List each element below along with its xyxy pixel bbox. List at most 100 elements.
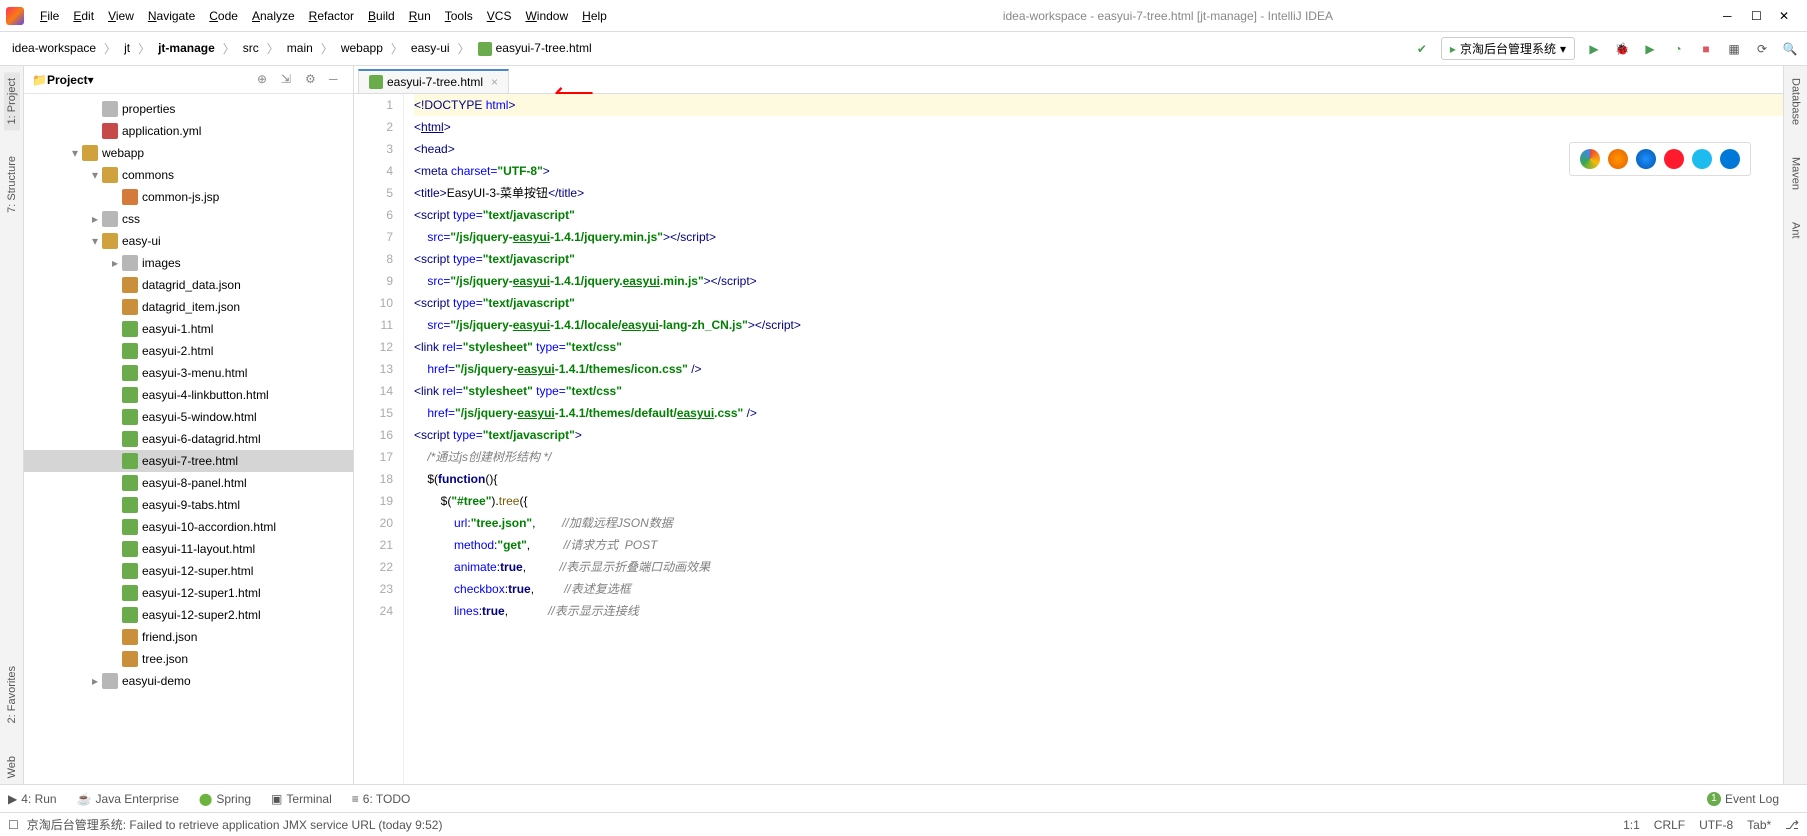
tree-item[interactable]: easyui-12-super.html bbox=[24, 560, 353, 582]
menu-vcs[interactable]: VCS bbox=[481, 5, 518, 27]
coverage-icon[interactable]: ▶ bbox=[1641, 40, 1659, 58]
menu-tools[interactable]: Tools bbox=[439, 5, 479, 27]
title-bar: FileEditViewNavigateCodeAnalyzeRefactorB… bbox=[0, 0, 1807, 32]
tree-item[interactable]: easyui-1.html bbox=[24, 318, 353, 340]
crumb-3[interactable]: src bbox=[239, 39, 263, 57]
crumb-1[interactable]: jt bbox=[120, 39, 134, 57]
event-log[interactable]: 1Event Log bbox=[1707, 792, 1779, 806]
tab-run[interactable]: ▶4: Run bbox=[8, 792, 57, 806]
project-title: Project bbox=[47, 73, 88, 87]
project-panel: 📁 Project ▾ ⊕ ⇲ ⚙ ─ propertiesapplicatio… bbox=[24, 66, 354, 784]
tab-web[interactable]: Web bbox=[4, 750, 20, 784]
tab-database[interactable]: Database bbox=[1788, 72, 1804, 131]
tree-item[interactable]: ▾commons bbox=[24, 164, 353, 186]
maximize-icon[interactable]: ☐ bbox=[1751, 9, 1765, 23]
tree-item[interactable]: ▸easyui-demo bbox=[24, 670, 353, 692]
opera-icon[interactable] bbox=[1664, 149, 1684, 169]
collapse-icon[interactable]: ─ bbox=[329, 72, 345, 88]
tree-item[interactable]: ▸css bbox=[24, 208, 353, 230]
menu-window[interactable]: Window bbox=[519, 5, 574, 27]
layout-icon[interactable]: ▦ bbox=[1725, 40, 1743, 58]
tool-window-toggle-icon[interactable]: ☐ bbox=[8, 818, 19, 832]
update-icon[interactable]: ⟳ bbox=[1753, 40, 1771, 58]
caret-position[interactable]: 1:1 bbox=[1623, 818, 1640, 832]
tree-item[interactable]: easyui-5-window.html bbox=[24, 406, 353, 428]
minimize-icon[interactable]: ─ bbox=[1723, 9, 1737, 23]
line-separator[interactable]: CRLF bbox=[1654, 818, 1685, 832]
build-icon[interactable]: ✔ bbox=[1413, 40, 1431, 58]
tab-ant[interactable]: Ant bbox=[1788, 216, 1804, 245]
tree-item[interactable]: easyui-8-panel.html bbox=[24, 472, 353, 494]
main-menu: FileEditViewNavigateCodeAnalyzeRefactorB… bbox=[34, 5, 613, 27]
editor-tab[interactable]: easyui-7-tree.html × bbox=[358, 69, 509, 93]
tree-item[interactable]: easyui-2.html bbox=[24, 340, 353, 362]
close-icon[interactable]: ✕ bbox=[1779, 9, 1793, 23]
debug-icon[interactable]: 🐞 bbox=[1613, 40, 1631, 58]
indent-setting[interactable]: Tab* bbox=[1747, 818, 1771, 832]
bottom-tool-bar: ▶4: Run ☕Java Enterprise ⬤Spring ▣Termin… bbox=[0, 784, 1807, 812]
menu-analyze[interactable]: Analyze bbox=[246, 5, 301, 27]
menu-view[interactable]: View bbox=[102, 5, 140, 27]
select-opened-icon[interactable]: ⊕ bbox=[257, 72, 273, 88]
tree-item[interactable]: easyui-4-linkbutton.html bbox=[24, 384, 353, 406]
tree-item[interactable]: ▾webapp bbox=[24, 142, 353, 164]
ie-icon[interactable] bbox=[1692, 149, 1712, 169]
tab-maven[interactable]: Maven bbox=[1788, 151, 1804, 196]
tree-item[interactable]: easyui-12-super2.html bbox=[24, 604, 353, 626]
firefox-icon[interactable] bbox=[1608, 149, 1628, 169]
run-config-selector[interactable]: ▸京淘后台管理系统▾ bbox=[1441, 37, 1575, 60]
tree-item[interactable]: ▸images bbox=[24, 252, 353, 274]
menu-code[interactable]: Code bbox=[203, 5, 244, 27]
tab-todo[interactable]: ≡6: TODO bbox=[352, 792, 411, 806]
search-icon[interactable]: 🔍 bbox=[1781, 40, 1799, 58]
menu-run[interactable]: Run bbox=[403, 5, 437, 27]
code-editor[interactable]: 123456789101112131415161718192021222324 … bbox=[354, 94, 1783, 784]
tree-item[interactable]: easyui-10-accordion.html bbox=[24, 516, 353, 538]
tree-item[interactable]: easyui-6-datagrid.html bbox=[24, 428, 353, 450]
tree-item[interactable]: easyui-3-menu.html bbox=[24, 362, 353, 384]
tab-project[interactable]: 1: Project bbox=[4, 72, 20, 130]
tab-structure[interactable]: 7: Structure bbox=[4, 150, 20, 219]
tree-item[interactable]: datagrid_data.json bbox=[24, 274, 353, 296]
tab-favorites[interactable]: 2: Favorites bbox=[4, 660, 20, 729]
crumb-5[interactable]: webapp bbox=[337, 39, 387, 57]
tree-item[interactable]: friend.json bbox=[24, 626, 353, 648]
tab-terminal[interactable]: ▣Terminal bbox=[271, 792, 332, 806]
menu-edit[interactable]: Edit bbox=[67, 5, 100, 27]
crumb-0[interactable]: idea-workspace bbox=[8, 39, 100, 57]
chrome-icon[interactable] bbox=[1580, 149, 1600, 169]
safari-icon[interactable] bbox=[1636, 149, 1656, 169]
breadcrumb: idea-workspace〉jt〉jt-manage〉src〉main〉web… bbox=[8, 39, 596, 58]
tab-spring[interactable]: ⬤Spring bbox=[199, 792, 251, 806]
project-tree[interactable]: propertiesapplication.yml▾webapp▾commons… bbox=[24, 94, 353, 784]
tree-item[interactable]: easyui-12-super1.html bbox=[24, 582, 353, 604]
menu-help[interactable]: Help bbox=[576, 5, 613, 27]
tree-item[interactable]: tree.json bbox=[24, 648, 353, 670]
gear-icon[interactable]: ⚙ bbox=[305, 72, 321, 88]
menu-refactor[interactable]: Refactor bbox=[303, 5, 360, 27]
tab-java-ee[interactable]: ☕Java Enterprise bbox=[77, 792, 179, 806]
tree-item[interactable]: easyui-9-tabs.html bbox=[24, 494, 353, 516]
menu-build[interactable]: Build bbox=[362, 5, 401, 27]
tree-item[interactable]: easyui-11-layout.html bbox=[24, 538, 353, 560]
file-encoding[interactable]: UTF-8 bbox=[1699, 818, 1733, 832]
crumb-4[interactable]: main bbox=[283, 39, 317, 57]
menu-file[interactable]: File bbox=[34, 5, 65, 27]
crumb-6[interactable]: easy-ui bbox=[407, 39, 454, 57]
run-icon[interactable]: ▶ bbox=[1585, 40, 1603, 58]
close-tab-icon[interactable]: × bbox=[491, 75, 498, 89]
tree-item[interactable]: properties bbox=[24, 98, 353, 120]
expand-all-icon[interactable]: ⇲ bbox=[281, 72, 297, 88]
git-branch-icon[interactable]: ⎇ bbox=[1785, 818, 1799, 832]
edge-icon[interactable] bbox=[1720, 149, 1740, 169]
tree-item[interactable]: datagrid_item.json bbox=[24, 296, 353, 318]
profile-icon[interactable]: ◔ bbox=[1669, 40, 1687, 58]
crumb-7[interactable]: easyui-7-tree.html bbox=[474, 39, 596, 58]
tree-item[interactable]: easyui-7-tree.html bbox=[24, 450, 353, 472]
crumb-2[interactable]: jt-manage bbox=[154, 39, 219, 57]
stop-icon[interactable]: ■ bbox=[1697, 40, 1715, 58]
tree-item[interactable]: ▾easy-ui bbox=[24, 230, 353, 252]
tree-item[interactable]: common-js.jsp bbox=[24, 186, 353, 208]
tree-item[interactable]: application.yml bbox=[24, 120, 353, 142]
menu-navigate[interactable]: Navigate bbox=[142, 5, 201, 27]
